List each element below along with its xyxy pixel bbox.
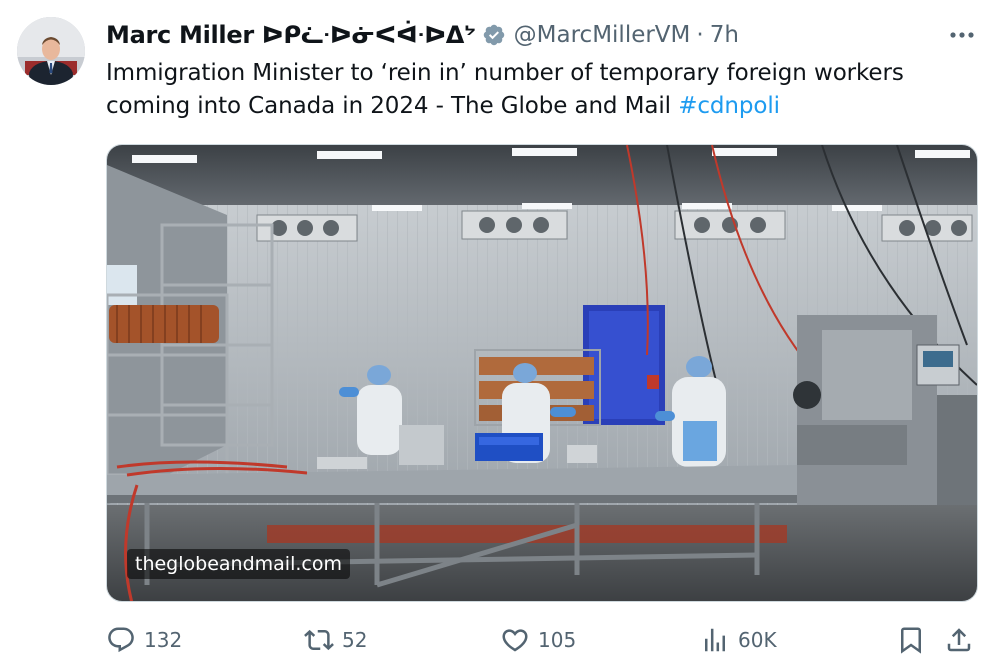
more-options-button[interactable] (946, 22, 978, 48)
bookmark-icon (901, 627, 921, 654)
retweet-button[interactable]: 52 (304, 622, 367, 658)
action-bar: 132 52 105 60K (106, 622, 978, 658)
retweet-count: 52 (342, 628, 368, 652)
handle[interactable]: @MarcMillerVM (514, 22, 691, 48)
media-link-card[interactable]: theglobeandmail.com (106, 144, 978, 602)
views-count: 60K (738, 628, 777, 652)
verified-badge-icon[interactable] (482, 23, 506, 47)
hashtag-link[interactable]: #cdnpoli (678, 93, 780, 119)
tweet-header: Marc Miller ᐅᑭᓛᐧᐅᓃᐸᐋᐧᐅᐃᔾ @MarcMillerVM ·… (106, 20, 964, 50)
analytics-icon (705, 628, 725, 652)
heart-icon (502, 629, 528, 652)
timestamp[interactable]: 7h (710, 22, 739, 48)
tweet-text: Immigration Minister to ‘rein in’ number… (106, 57, 966, 123)
reply-button[interactable]: 132 (106, 622, 182, 658)
reply-count: 132 (144, 628, 183, 652)
views-button[interactable]: 60K (700, 622, 777, 658)
link-domain-badge: theglobeandmail.com (127, 549, 350, 579)
tweet-body: Immigration Minister to ‘rein in’ number… (106, 60, 904, 119)
bookmark-button[interactable] (896, 622, 926, 658)
like-button[interactable]: 105 (500, 622, 576, 658)
display-name[interactable]: Marc Miller ᐅᑭᓛᐧᐅᓃᐸᐋᐧᐅᐃᔾ (106, 21, 476, 49)
reply-icon (108, 627, 134, 653)
tweet-card[interactable]: Marc Miller ᐅᑭᓛᐧᐅᓃᐸᐋᐧᐅᐃᔾ @MarcMillerVM ·… (0, 0, 1004, 668)
share-icon (947, 628, 971, 652)
ellipsis-icon (950, 32, 974, 38)
factory-photo (107, 145, 977, 601)
retweet-icon (304, 629, 334, 651)
like-count: 105 (538, 628, 577, 652)
separator-dot: · (696, 22, 704, 48)
avatar-image (17, 17, 85, 85)
avatar[interactable] (17, 17, 85, 85)
share-button[interactable] (944, 622, 974, 658)
